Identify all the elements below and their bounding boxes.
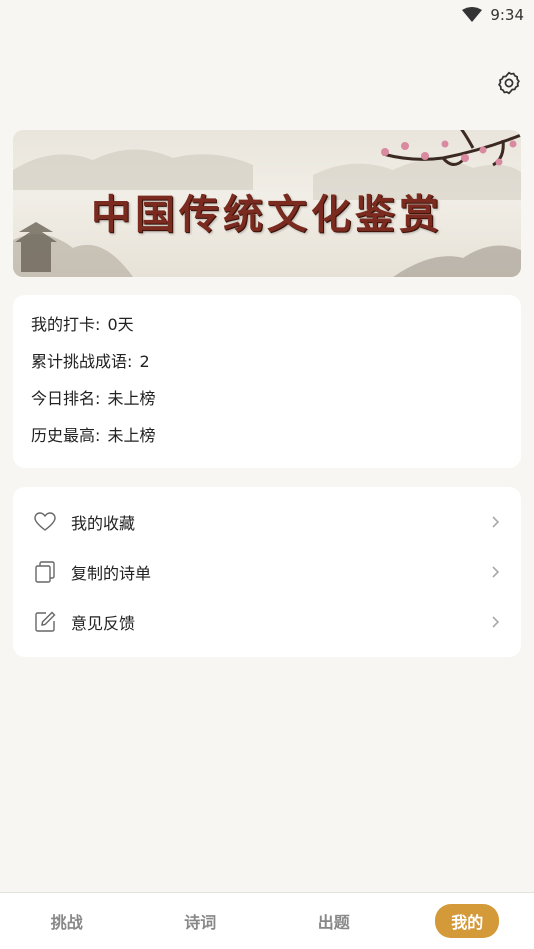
tab-poems[interactable]: 诗词 xyxy=(134,909,268,933)
stat-value: 未上榜 xyxy=(107,426,156,445)
profile-screen: 9:34 中国传统文化鉴赏 我的打卡: 0天 累计挑战成语: 2 今日排名: 未… xyxy=(0,0,534,949)
menu-label: 我的收藏 xyxy=(71,514,136,533)
stat-value: 0天 xyxy=(107,315,134,334)
tab-label: 诗词 xyxy=(184,913,217,932)
clock-text: 9:34 xyxy=(490,6,524,24)
stat-label: 我的打卡 xyxy=(31,315,96,334)
stat-best-rank: 历史最高: 未上榜 xyxy=(31,426,156,445)
wifi-icon xyxy=(462,7,483,23)
copy-icon xyxy=(33,560,57,584)
tab-label: 我的 xyxy=(435,904,500,938)
menu-label: 意见反馈 xyxy=(71,614,136,633)
bottom-nav: 挑战 诗词 出题 我的 xyxy=(0,892,534,949)
culture-banner: 中国传统文化鉴赏 xyxy=(13,130,521,277)
stat-today-rank: 今日排名: 未上榜 xyxy=(31,389,156,408)
tab-label: 出题 xyxy=(317,913,350,932)
tab-quiz[interactable]: 出题 xyxy=(267,909,401,933)
stat-label: 累计挑战成语 xyxy=(31,352,128,371)
chevron-right-icon xyxy=(489,515,501,529)
tab-challenge[interactable]: 挑战 xyxy=(0,909,134,933)
menu-label: 复制的诗单 xyxy=(71,564,152,583)
heart-icon xyxy=(33,510,57,534)
stat-checkin: 我的打卡: 0天 xyxy=(31,315,134,334)
stat-value: 2 xyxy=(139,352,150,371)
status-bar: 9:34 xyxy=(0,0,534,30)
stat-label: 今日排名 xyxy=(31,389,96,408)
tab-label: 挑战 xyxy=(50,913,83,932)
stat-label: 历史最高 xyxy=(31,426,96,445)
gear-icon xyxy=(496,71,522,100)
menu-item-feedback[interactable]: 意见反馈 xyxy=(13,597,521,647)
menu-item-favorites[interactable]: 我的收藏 xyxy=(13,497,521,547)
chevron-right-icon xyxy=(489,565,501,579)
edit-icon xyxy=(33,610,57,634)
stats-card: 我的打卡: 0天 累计挑战成语: 2 今日排名: 未上榜 历史最高: 未上榜 xyxy=(13,295,521,468)
menu-item-copied-poems[interactable]: 复制的诗单 xyxy=(13,547,521,597)
settings-button[interactable] xyxy=(496,70,522,96)
banner-title: 中国传统文化鉴赏 xyxy=(91,191,443,238)
menu-card: 我的收藏 复制的诗单 意见反馈 xyxy=(13,487,521,657)
stat-value: 未上榜 xyxy=(107,389,156,408)
tab-mine[interactable]: 我的 xyxy=(401,904,534,938)
stat-idioms: 累计挑战成语: 2 xyxy=(31,352,150,371)
chevron-right-icon xyxy=(489,615,501,629)
